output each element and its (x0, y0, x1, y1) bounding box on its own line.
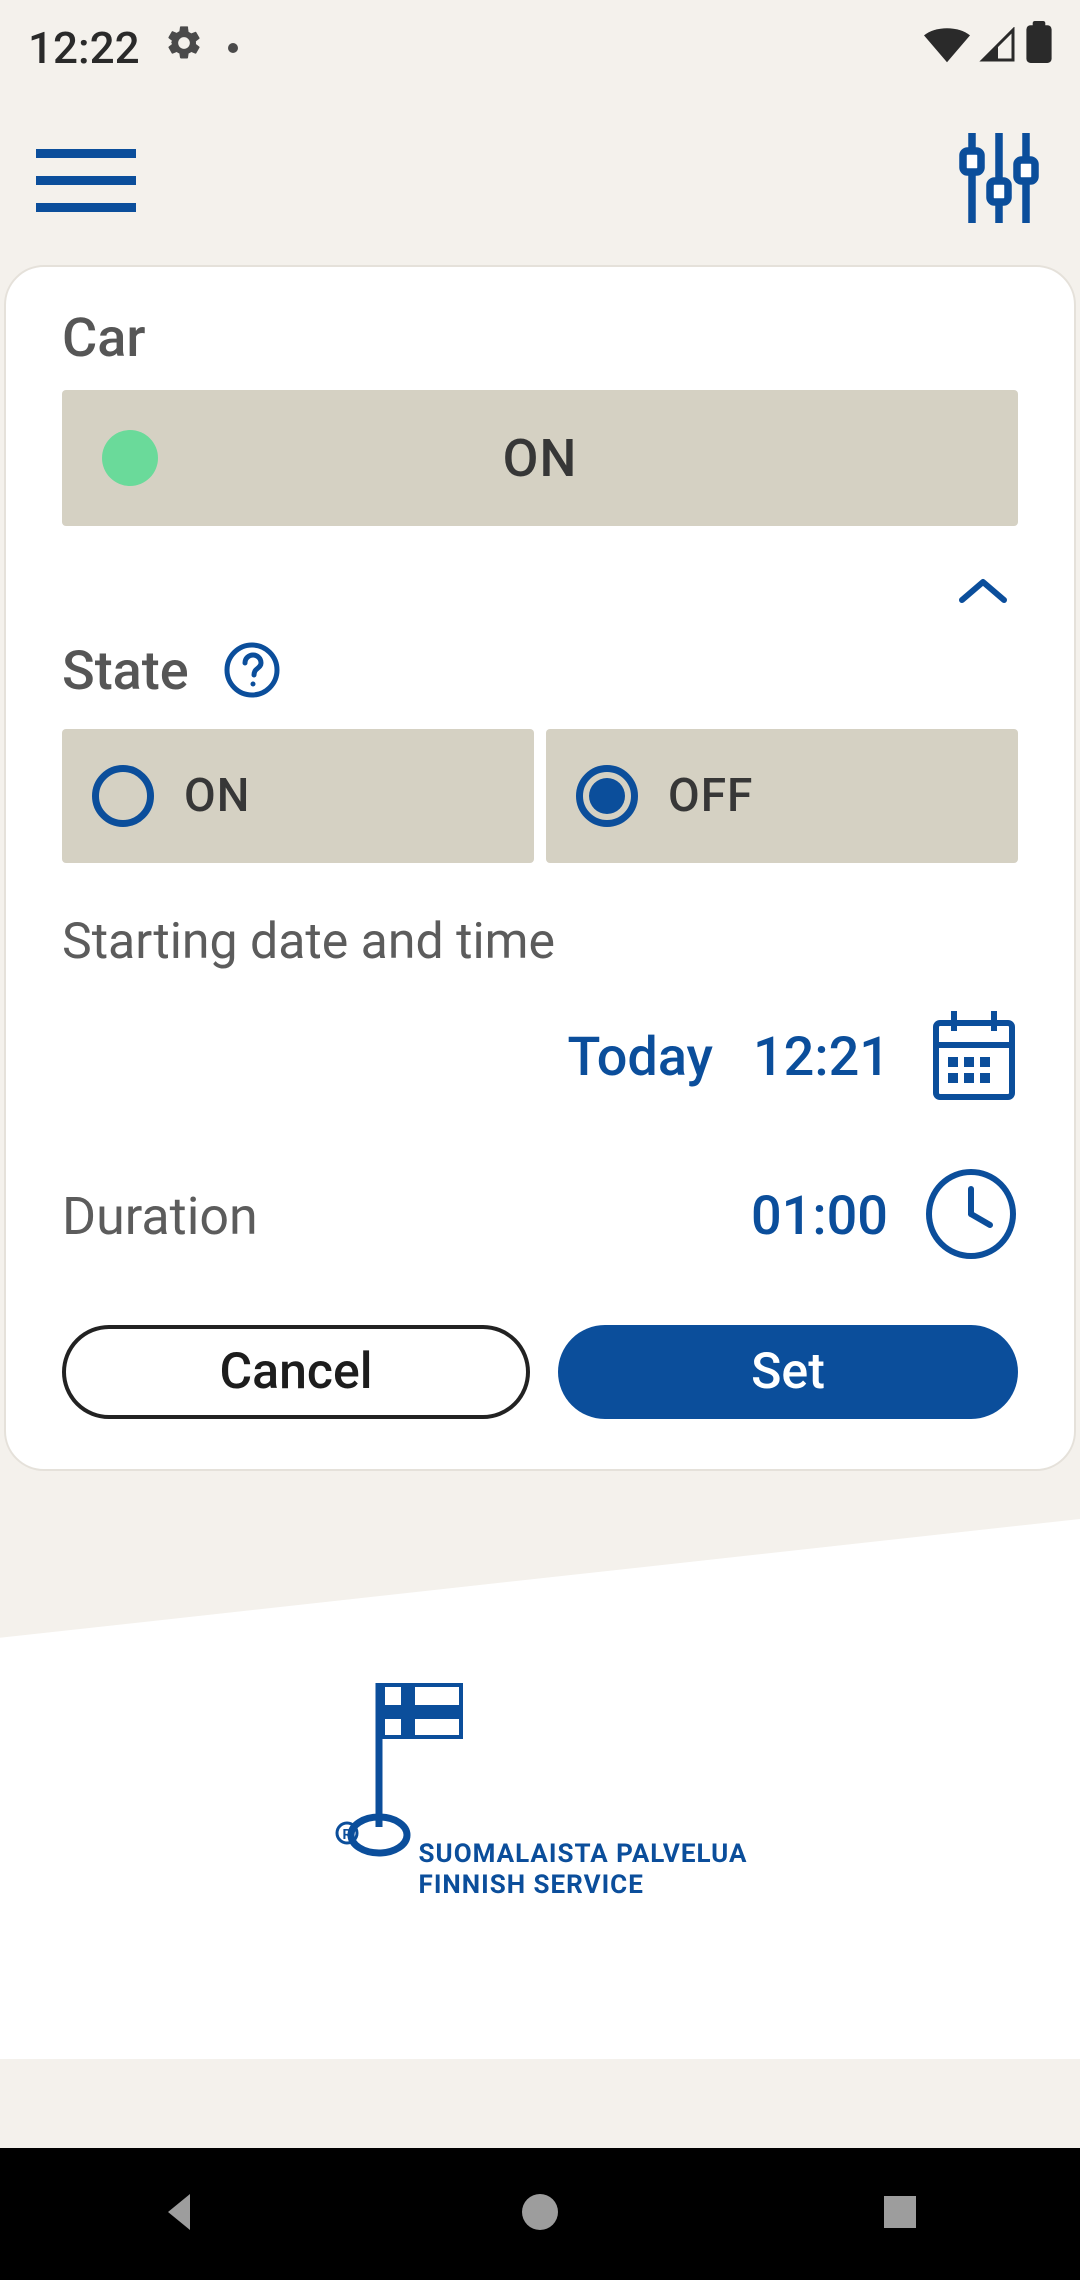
radio-icon (576, 765, 638, 827)
main-state-label: ON (62, 428, 1018, 489)
signal-icon (978, 22, 1018, 74)
set-button[interactable]: Set (558, 1325, 1018, 1419)
service-logo: R SUOMALAISTA PALVELUA FINNISH SERVICE (333, 1677, 748, 1901)
card-title: Car (62, 307, 1018, 370)
control-card: Car ON State ON OFF Starting date and ti… (4, 265, 1076, 1471)
duration-label: Duration (62, 1186, 258, 1247)
duration-value: 01:00 (751, 1185, 888, 1248)
start-datetime-row[interactable]: Today 12:21 (62, 1007, 1018, 1107)
dot-icon (228, 43, 238, 53)
settings-sliders-icon[interactable] (954, 128, 1044, 232)
radio-on-label: ON (184, 769, 250, 823)
state-radio-group: ON OFF (62, 729, 1018, 863)
button-row: Cancel Set (62, 1325, 1018, 1419)
svg-text:R: R (342, 1827, 351, 1843)
help-icon[interactable] (223, 641, 281, 703)
nav-recent-icon[interactable] (876, 2188, 924, 2240)
footer-section: R SUOMALAISTA PALVELUA FINNISH SERVICE (0, 1519, 1080, 2059)
status-bar: 12:22 (0, 0, 1080, 95)
menu-icon[interactable] (36, 140, 136, 220)
main-state-pill[interactable]: ON (62, 390, 1018, 526)
start-time-text: 12:21 (753, 1026, 890, 1089)
calendar-icon (930, 1007, 1018, 1107)
radio-off[interactable]: OFF (546, 729, 1018, 863)
logo-text-1: SUOMALAISTA PALVELUA (419, 1839, 748, 1870)
collapse-row (62, 526, 1018, 640)
nav-home-icon[interactable] (516, 2188, 564, 2240)
wifi-icon (924, 22, 970, 74)
app-header (0, 95, 1080, 265)
status-right (924, 21, 1052, 74)
clock-icon (924, 1167, 1018, 1265)
radio-icon (92, 765, 154, 827)
state-section-header: State (62, 640, 1018, 703)
battery-icon (1026, 21, 1052, 74)
start-label: Starting date and time (62, 913, 1018, 971)
radio-on[interactable]: ON (62, 729, 534, 863)
logo-text-2: FINNISH SERVICE (419, 1870, 748, 1901)
nav-back-icon[interactable] (156, 2188, 204, 2240)
status-left: 12:22 (28, 22, 238, 74)
gear-icon (164, 22, 204, 74)
start-date-text: Today (568, 1026, 713, 1089)
chevron-up-icon[interactable] (958, 576, 1008, 610)
radio-off-label: OFF (668, 769, 753, 823)
status-time: 12:22 (28, 22, 140, 74)
duration-row[interactable]: Duration 01:00 (62, 1167, 1018, 1265)
system-navbar (0, 2148, 1080, 2280)
set-button-label: Set (751, 1343, 825, 1401)
cancel-button[interactable]: Cancel (62, 1325, 530, 1419)
state-label: State (62, 640, 189, 703)
cancel-button-label: Cancel (219, 1343, 372, 1401)
